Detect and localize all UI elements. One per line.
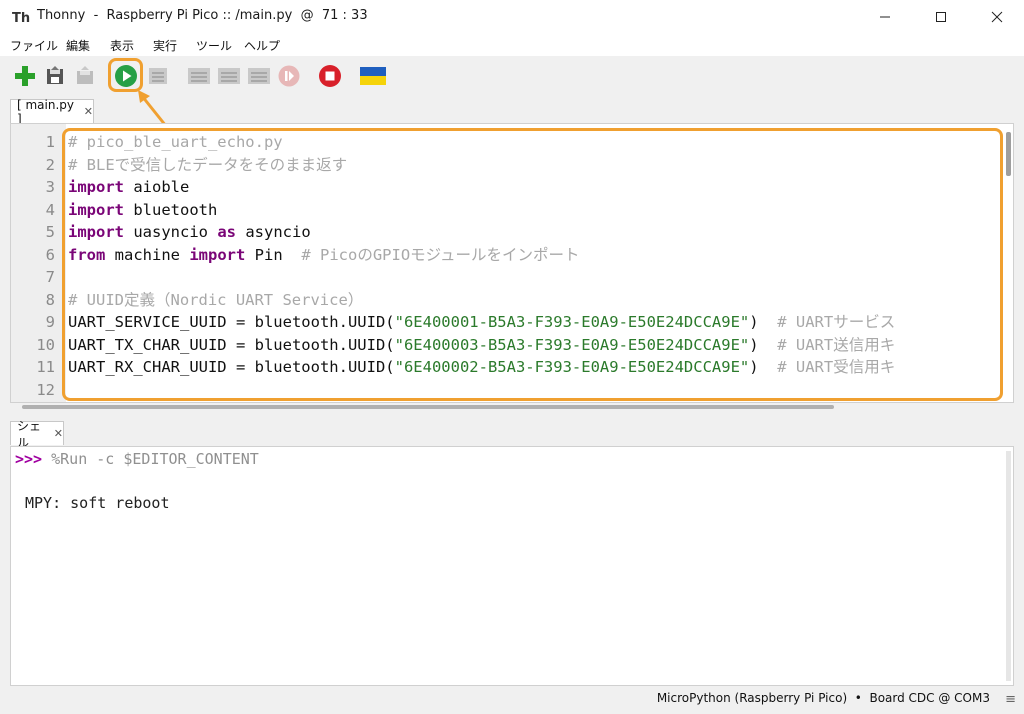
status-bar: MicroPython (Raspberry Pi Pico) • Board … [0,686,1024,714]
resume-icon [278,65,300,87]
save-icon [47,66,63,84]
ukraine-flag-icon [360,67,386,85]
menu-bar: ファイル 編集 表示 実行 ツール ヘルプ [0,34,1024,56]
step-over-icon [188,68,210,84]
line-number: 5 [45,223,55,241]
new-file-button[interactable] [12,63,38,89]
thonny-logo-icon: Th [11,9,30,26]
line-number: 2 [45,155,55,174]
tab-close-icon[interactable]: ✕ [84,105,93,118]
editor-hscroll[interactable] [10,403,1014,411]
stop-icon [319,65,341,87]
step-out-icon [248,68,270,84]
minimize-button[interactable] [862,0,908,34]
minimize-icon [880,16,890,18]
support-ukraine-button[interactable] [360,63,386,89]
line-number: 8 [45,290,55,309]
menu-file[interactable]: ファイル [10,37,58,54]
svg-text:Th: Th [12,11,30,26]
shell-panel[interactable]: >>> %Run -c $EDITOR_CONTENT MPY: soft re… [10,446,1014,686]
step-into-icon [218,68,240,84]
shell-command-line: >>> %Run -c $EDITOR_CONTENT [15,448,259,470]
menu-view[interactable]: 表示 [110,37,134,54]
menu-tools[interactable]: ツール [196,37,232,54]
line-number: 11 [36,358,55,376]
menu-run[interactable]: 実行 [153,37,177,54]
line-number: 4 [45,200,55,219]
resize-grip-icon[interactable]: ≡ [1005,692,1016,707]
line-number: 10 [36,335,55,354]
menu-help[interactable]: ヘルプ [244,37,280,54]
load-icon [77,66,93,84]
close-window-button[interactable] [974,0,1020,34]
load-button[interactable] [72,63,98,89]
shell-vscroll[interactable] [1006,451,1011,681]
shell-command: %Run -c $EDITOR_CONTENT [42,450,259,468]
maximize-icon [936,12,946,22]
line-number: 7 [45,268,55,286]
line-number: 6 [45,245,55,264]
debug-icon [149,68,167,84]
code-highlight-box [62,128,1003,401]
line-number: 3 [45,178,55,196]
stop-button[interactable] [317,63,343,89]
maximize-button[interactable] [918,0,964,34]
line-number: 9 [45,313,55,331]
tab-shell[interactable]: シェル ✕ [10,419,64,450]
plus-icon [15,66,35,86]
save-button[interactable] [42,63,68,89]
shell-prompt: >>> [15,450,43,468]
tab-main-py[interactable]: [ main.py ] ✕ [10,97,94,126]
step-over-button[interactable] [186,63,212,89]
editor-vscroll-thumb[interactable] [1006,132,1011,176]
thonny-window: Th Thonny - Raspberry Pi Pico :: /main.p… [0,0,1024,714]
shell-output: MPY: soft reboot [25,494,170,512]
scroll-left-icon[interactable] [14,405,20,409]
shell-tab-close-icon[interactable]: ✕ [54,427,63,440]
window-title: Thonny - Raspberry Pi Pico :: /main.py @… [37,8,368,23]
tab-label: [ main.py ] [17,97,75,126]
title-bar: Th Thonny - Raspberry Pi Pico :: /main.p… [0,0,1024,34]
editor-hscroll-thumb[interactable] [22,405,834,409]
interpreter-status[interactable]: MicroPython (Raspberry Pi Pico) • Board … [657,691,990,705]
line-number: 1 [45,133,55,151]
step-out-button[interactable] [246,63,272,89]
line-number: 12 [36,380,55,399]
menu-edit[interactable]: 編集 [66,37,90,54]
resume-button[interactable] [276,63,302,89]
close-icon [991,11,1003,23]
step-into-button[interactable] [216,63,242,89]
